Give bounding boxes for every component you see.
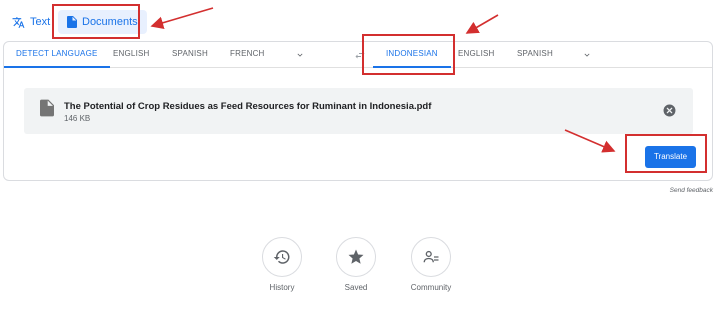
annotation-arrow bbox=[564, 129, 616, 153]
annotation-arrows bbox=[150, 7, 616, 153]
annotation-arrow bbox=[465, 14, 499, 34]
annotation-arrow bbox=[150, 7, 214, 29]
